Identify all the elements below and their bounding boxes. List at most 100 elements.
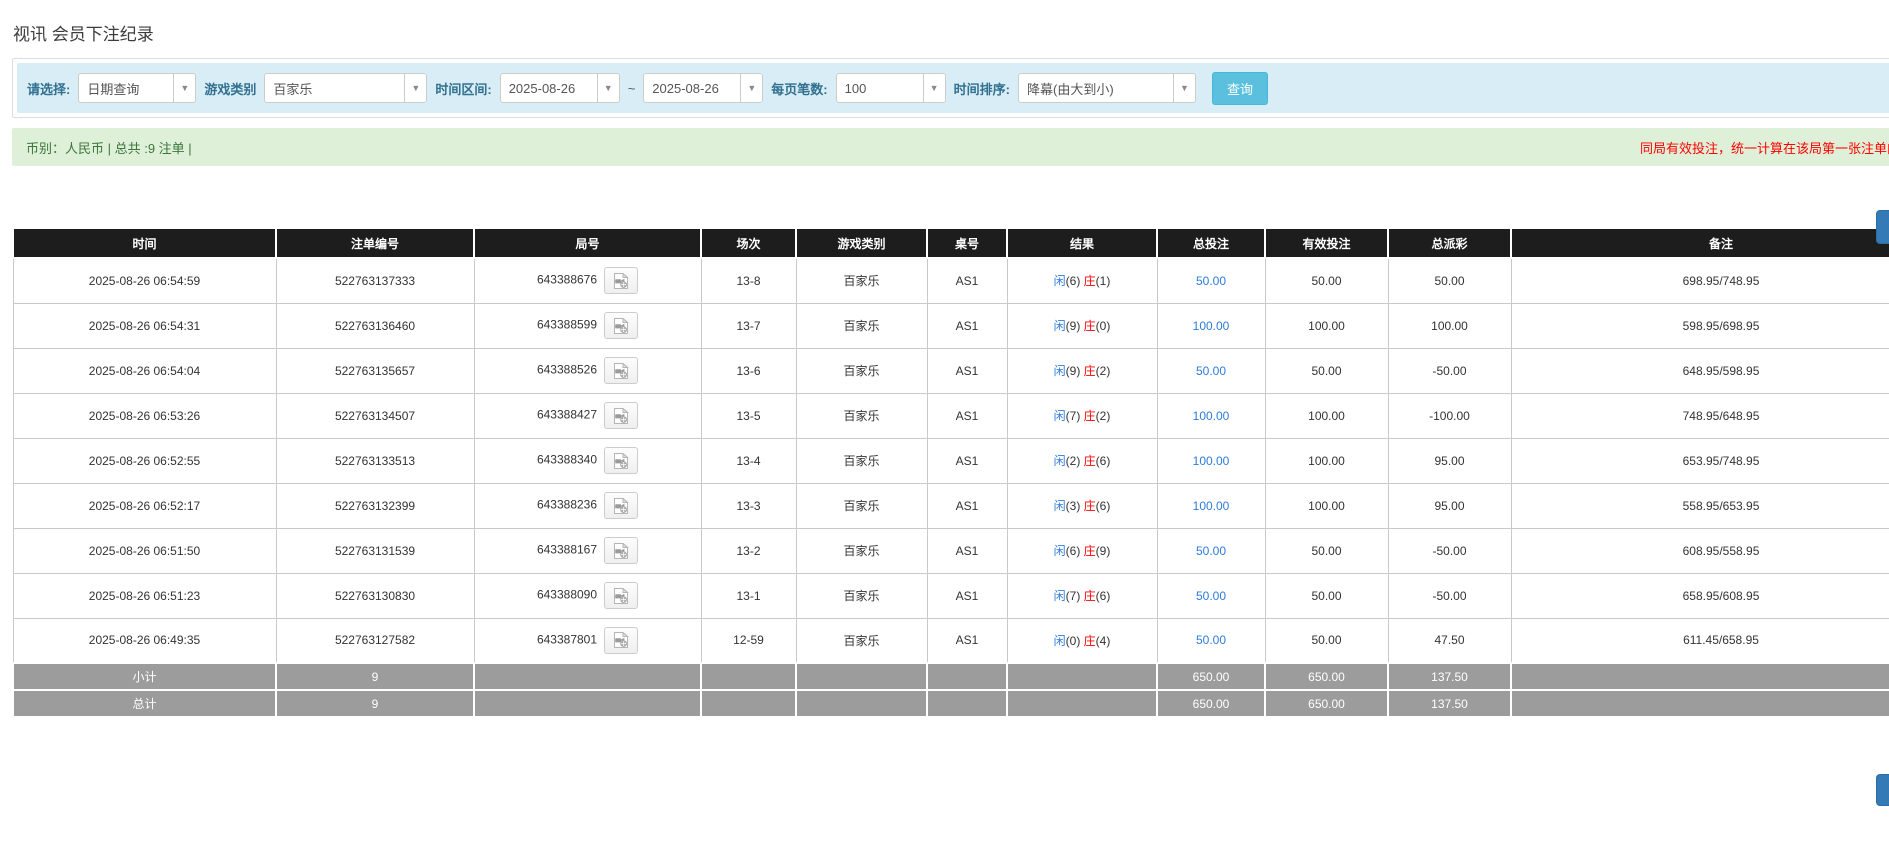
banker-result: 庄 bbox=[1080, 274, 1095, 288]
video-replay-button[interactable] bbox=[604, 447, 638, 474]
total-bet-link[interactable]: 50.00 bbox=[1196, 633, 1226, 647]
column-header-8: 有效投注 bbox=[1265, 228, 1388, 258]
table-row: 2025-08-26 06:52:55522763133513643388340… bbox=[13, 438, 1889, 483]
clipped-button-bottom[interactable] bbox=[1876, 774, 1889, 806]
player-result: 闲 bbox=[1054, 544, 1066, 558]
chevron-down-icon[interactable]: ▼ bbox=[404, 74, 426, 102]
cell-session: 13-7 bbox=[701, 303, 796, 348]
cell-total-bet: 100.00 bbox=[1157, 303, 1265, 348]
cell-bet-id: 522763136460 bbox=[276, 303, 474, 348]
chevron-down-icon[interactable]: ▼ bbox=[740, 74, 762, 102]
chevron-down-icon[interactable]: ▼ bbox=[923, 74, 945, 102]
cell-valid-bet: 100.00 bbox=[1265, 438, 1388, 483]
game-type-label: 游戏类别 bbox=[204, 79, 256, 98]
total-bet-link[interactable]: 50.00 bbox=[1196, 274, 1226, 288]
video-replay-button[interactable] bbox=[604, 312, 638, 339]
subtotal-row-cell-4 bbox=[796, 663, 927, 690]
cell-valid-bet: 50.00 bbox=[1265, 573, 1388, 618]
video-replay-button[interactable] bbox=[604, 267, 638, 294]
cell-bet-id: 522763130830 bbox=[276, 573, 474, 618]
video-replay-button[interactable] bbox=[604, 537, 638, 564]
cell-time: 2025-08-26 06:51:23 bbox=[13, 573, 276, 618]
column-header-2: 局号 bbox=[474, 228, 701, 258]
round-id-value: 643388526 bbox=[537, 363, 597, 377]
cell-round-id: 643388676 bbox=[474, 258, 701, 303]
total-bet-link[interactable]: 100.00 bbox=[1193, 319, 1230, 333]
round-id-value: 643388090 bbox=[537, 588, 597, 602]
clipped-button-top[interactable] bbox=[1876, 210, 1889, 244]
banker-result: 庄 bbox=[1080, 544, 1095, 558]
cell-time: 2025-08-26 06:52:17 bbox=[13, 483, 276, 528]
cell-session: 13-8 bbox=[701, 258, 796, 303]
total-bet-link[interactable]: 100.00 bbox=[1193, 454, 1230, 468]
banker-result: 庄 bbox=[1080, 499, 1095, 513]
column-header-6: 结果 bbox=[1007, 228, 1157, 258]
cell-remark: 648.95/598.95 bbox=[1511, 348, 1889, 393]
game-type-select[interactable]: 百家乐 ▼ bbox=[264, 73, 427, 103]
banker-points: (1) bbox=[1096, 274, 1111, 288]
banker-result: 庄 bbox=[1080, 409, 1095, 423]
player-points: (2) bbox=[1066, 454, 1081, 468]
player-points: (7) bbox=[1066, 589, 1081, 603]
video-replay-button[interactable] bbox=[604, 492, 638, 519]
date-from-select[interactable]: 2025-08-26 ▼ bbox=[500, 73, 620, 103]
banker-points: (6) bbox=[1096, 589, 1111, 603]
cell-valid-bet: 50.00 bbox=[1265, 348, 1388, 393]
subtotal-row-cell-2 bbox=[474, 663, 701, 690]
cell-remark: 698.95/748.95 bbox=[1511, 258, 1889, 303]
cell-total-bet: 50.00 bbox=[1157, 258, 1265, 303]
cell-payout: 95.00 bbox=[1388, 438, 1511, 483]
total-bet-link[interactable]: 50.00 bbox=[1196, 589, 1226, 603]
total-bet-link[interactable]: 100.00 bbox=[1193, 499, 1230, 513]
cell-round-id: 643388427 bbox=[474, 393, 701, 438]
query-type-select[interactable]: 日期查询 ▼ bbox=[78, 73, 196, 103]
video-replay-button[interactable] bbox=[604, 357, 638, 384]
chevron-down-icon[interactable]: ▼ bbox=[173, 74, 195, 102]
page-size-select[interactable]: 100 ▼ bbox=[836, 73, 946, 103]
cell-remark: 608.95/558.95 bbox=[1511, 528, 1889, 573]
cell-time: 2025-08-26 06:52:55 bbox=[13, 438, 276, 483]
cell-table-no: AS1 bbox=[927, 393, 1007, 438]
banker-result: 庄 bbox=[1080, 319, 1095, 333]
cell-round-id: 643388090 bbox=[474, 573, 701, 618]
total-bet-link[interactable]: 50.00 bbox=[1196, 364, 1226, 378]
page-title: 视讯 会员下注纪录 bbox=[13, 20, 1889, 45]
round-id-value: 643388340 bbox=[537, 453, 597, 467]
table-row: 2025-08-26 06:51:50522763131539643388167… bbox=[13, 528, 1889, 573]
video-record-icon bbox=[612, 318, 630, 334]
cell-payout: -50.00 bbox=[1388, 528, 1511, 573]
video-replay-button[interactable] bbox=[604, 582, 638, 609]
subtotal-row-cell-1: 9 bbox=[276, 663, 474, 690]
cell-result: 闲(3) 庄(6) bbox=[1007, 483, 1157, 528]
cell-table-no: AS1 bbox=[927, 348, 1007, 393]
total-bet-link[interactable]: 100.00 bbox=[1193, 409, 1230, 423]
page-size-label: 每页笔数: bbox=[771, 79, 827, 98]
player-points: (3) bbox=[1066, 499, 1081, 513]
table-header-row: 时间注单编号局号场次游戏类别桌号结果总投注有效投注总派彩备注 bbox=[13, 228, 1889, 258]
cell-payout: -50.00 bbox=[1388, 348, 1511, 393]
round-id-value: 643388427 bbox=[537, 408, 597, 422]
column-header-7: 总投注 bbox=[1157, 228, 1265, 258]
cell-result: 闲(6) 庄(1) bbox=[1007, 258, 1157, 303]
total-bet-link[interactable]: 50.00 bbox=[1196, 544, 1226, 558]
chevron-down-icon[interactable]: ▼ bbox=[597, 74, 619, 102]
search-button[interactable]: 查询 bbox=[1212, 72, 1268, 105]
column-header-3: 场次 bbox=[701, 228, 796, 258]
table-row: 2025-08-26 06:54:04522763135657643388526… bbox=[13, 348, 1889, 393]
chevron-down-icon[interactable]: ▼ bbox=[1173, 74, 1195, 102]
cell-total-bet: 50.00 bbox=[1157, 528, 1265, 573]
video-replay-button[interactable] bbox=[604, 627, 638, 654]
video-replay-button[interactable] bbox=[604, 402, 638, 429]
subtotal-row-cell-10 bbox=[1511, 663, 1889, 690]
cell-time: 2025-08-26 06:54:31 bbox=[13, 303, 276, 348]
cell-valid-bet: 100.00 bbox=[1265, 483, 1388, 528]
total-row-cell-10 bbox=[1511, 690, 1889, 717]
banker-points: (9) bbox=[1096, 544, 1111, 558]
cell-bet-id: 522763134507 bbox=[276, 393, 474, 438]
cell-valid-bet: 100.00 bbox=[1265, 393, 1388, 438]
cell-game-type: 百家乐 bbox=[796, 528, 927, 573]
sort-select[interactable]: 降幕(由大到小) ▼ bbox=[1018, 73, 1196, 103]
video-record-icon bbox=[612, 632, 630, 648]
cell-game-type: 百家乐 bbox=[796, 258, 927, 303]
date-to-select[interactable]: 2025-08-26 ▼ bbox=[643, 73, 763, 103]
